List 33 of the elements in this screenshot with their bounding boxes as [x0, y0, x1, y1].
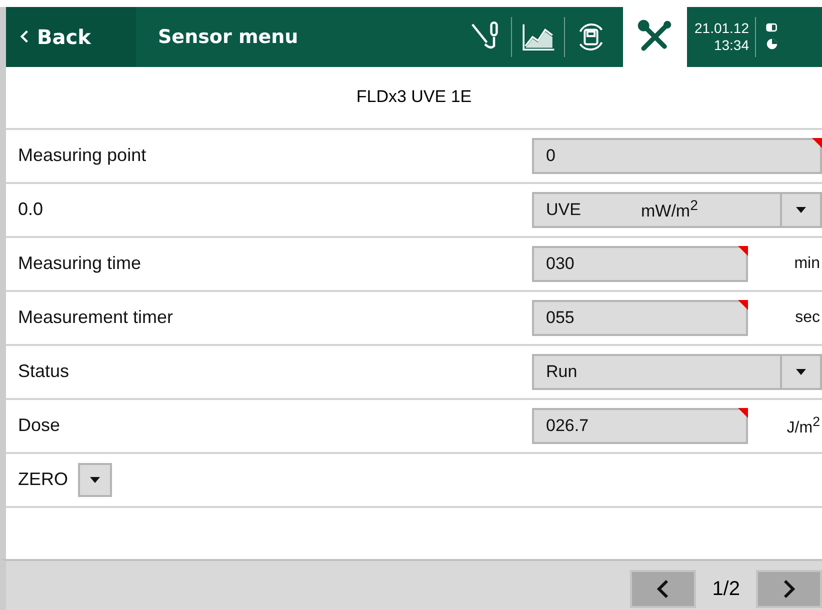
caret-down-icon: [796, 368, 806, 375]
unit-label: J/m$^{2}$: [786, 414, 821, 438]
device-name: FLDx3 UVE 1E: [356, 87, 472, 108]
row-label: Measuring time: [18, 253, 142, 274]
page-indicator: 1/2: [712, 578, 740, 601]
unit-label: min: [793, 254, 821, 273]
dropdown-field[interactable]: Run: [532, 354, 822, 390]
back-button[interactable]: Back: [6, 6, 136, 67]
chevron-left-icon: [20, 30, 29, 44]
row-label: Dose: [18, 415, 60, 436]
date-text: 21.01.12: [694, 20, 749, 37]
chevron-left-icon: [656, 579, 670, 600]
input-field[interactable]: 026.7: [532, 408, 748, 444]
input-field[interactable]: 0: [532, 138, 822, 174]
battery-icon: [766, 23, 778, 32]
next-page-button[interactable]: [756, 570, 822, 608]
unit-label: sec: [794, 308, 821, 327]
row-label: Measurement timer: [18, 307, 174, 328]
clock-icon: [766, 38, 778, 50]
row-label: Measuring point: [18, 145, 146, 166]
dropdown-button[interactable]: [78, 462, 112, 497]
caret-down-icon: [796, 206, 806, 213]
previous-page-button[interactable]: [630, 570, 696, 608]
time-text: 13:34: [714, 36, 749, 54]
chevron-right-icon: [782, 579, 796, 600]
screen-title: Sensor menu: [158, 26, 300, 48]
row-label: 0.0: [18, 199, 44, 220]
dropdown-field[interactable]: UVE mW/m$^{2}$: [532, 192, 822, 228]
input-field[interactable]: 030: [532, 246, 748, 282]
caret-down-icon: [90, 476, 100, 483]
input-field[interactable]: 055: [532, 300, 748, 336]
row-label: Status: [18, 361, 70, 382]
row-label: ZERO: [18, 469, 68, 490]
